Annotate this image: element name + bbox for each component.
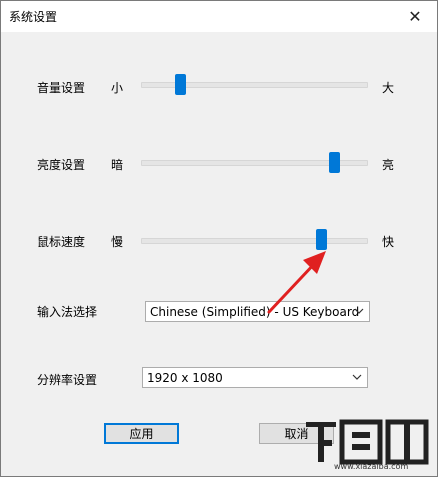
mouse-speed-min-label: 慢 [111, 235, 124, 249]
mouse-speed-slider-track[interactable] [141, 238, 368, 244]
input-method-select[interactable]: Chinese (Simplified) - US Keyboard [145, 301, 370, 322]
brightness-min-label: 暗 [111, 158, 124, 172]
close-icon[interactable]: ✕ [393, 1, 437, 32]
input-method-value: Chinese (Simplified) - US Keyboard [150, 304, 360, 319]
resolution-value: 1920 x 1080 [147, 370, 223, 385]
brightness-label: 亮度设置 [37, 158, 86, 172]
mouse-speed-max-label: 快 [382, 235, 395, 249]
title-bar: 系统设置 ✕ [1, 1, 437, 32]
brightness-max-label: 亮 [382, 158, 395, 172]
settings-dialog: 系统设置 ✕ 音量设置 小 大 亮度设置 暗 亮 鼠标速度 慢 快 输入法选择 … [0, 0, 438, 477]
volume-slider-thumb[interactable] [175, 74, 187, 95]
chevron-down-icon [352, 374, 362, 380]
chevron-down-icon [354, 308, 364, 314]
volume-label: 音量设置 [37, 81, 86, 95]
volume-max-label: 大 [382, 81, 395, 95]
input-method-label: 输入法选择 [37, 305, 98, 319]
resolution-label: 分辨率设置 [37, 373, 98, 387]
resolution-select[interactable]: 1920 x 1080 [142, 367, 368, 388]
cancel-button[interactable]: 取消 [259, 423, 334, 444]
volume-min-label: 小 [111, 81, 124, 95]
apply-button[interactable]: 应用 [104, 423, 179, 444]
mouse-speed-slider-thumb[interactable] [316, 229, 328, 250]
window-title: 系统设置 [9, 10, 58, 24]
brightness-slider-thumb[interactable] [329, 152, 341, 173]
mouse-speed-label: 鼠标速度 [37, 235, 86, 249]
